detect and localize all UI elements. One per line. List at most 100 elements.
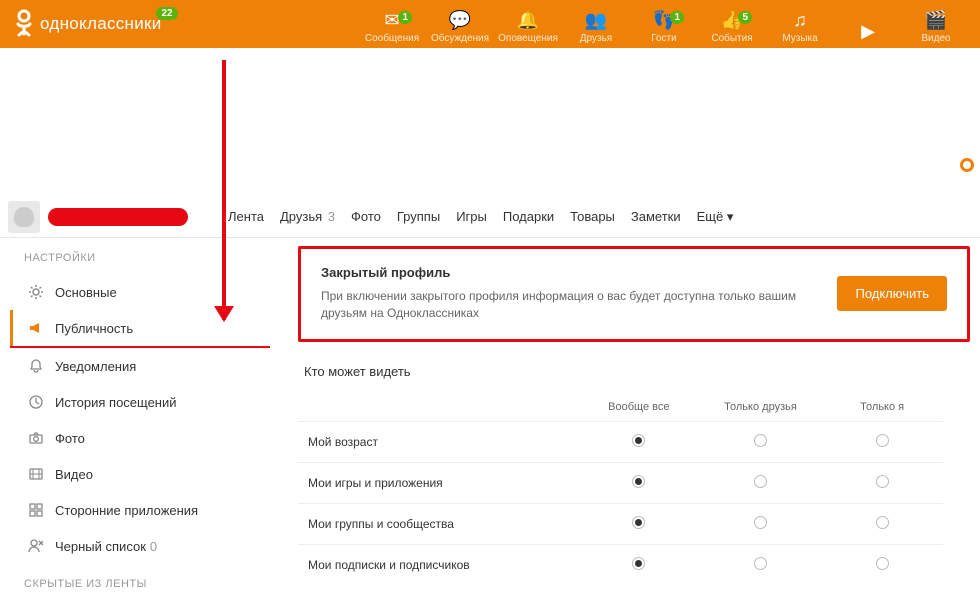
sidebar-item-label: Основные — [55, 285, 117, 300]
visibility-radio[interactable] — [632, 475, 645, 488]
sidebar-item-1[interactable]: Публичность — [10, 310, 278, 346]
closed-profile-title: Закрытый профиль — [321, 265, 837, 280]
sidebar-item-label: Черный список — [55, 539, 146, 554]
section-tab-3[interactable]: Группы — [397, 209, 440, 224]
nav-label: Гости — [651, 33, 676, 44]
visibility-row-label: Мои группы и сообщества — [298, 503, 578, 544]
visibility-radio[interactable] — [754, 516, 767, 529]
section-tab-7[interactable]: Заметки — [631, 209, 681, 224]
main-area: НАСТРОЙКИ Основные Публичность Уведомления… — [0, 238, 980, 600]
visibility-col-1: Только друзья — [700, 393, 822, 422]
visibility-radio[interactable] — [876, 557, 889, 570]
nav-label: Друзья — [580, 33, 612, 44]
username-redacted — [48, 208, 188, 226]
visibility-radio[interactable] — [632, 516, 645, 529]
connect-button[interactable]: Подключить — [837, 276, 947, 311]
nav-label: Оповещения — [498, 33, 558, 44]
help-float-icon[interactable] — [960, 158, 974, 172]
clock-icon — [27, 393, 45, 411]
top-header: одноклассники 22 1✉Сообщения 💬 Обсуждения 🔔… — [0, 0, 980, 48]
top-nav: 1✉Сообщения 💬 Обсуждения 🔔 Оповещения 👥 Друзья… — [358, 0, 970, 48]
section-tab-5[interactable]: Подарки — [503, 209, 554, 224]
tab-count: 3 — [324, 209, 335, 224]
sidebar-item-label: Уведомления — [55, 359, 136, 374]
sidebar-item-label: Фото — [55, 431, 85, 446]
visibility-radio[interactable] — [876, 516, 889, 529]
top-nav-item-8[interactable]: 🎬Видео — [902, 9, 970, 48]
nav-label: Обсуждения — [431, 33, 489, 44]
avatar[interactable] — [8, 201, 40, 233]
megaphone-icon — [27, 319, 45, 337]
top-nav-item-6[interactable]: ♫Музыка — [766, 9, 834, 48]
visibility-row-label: Мои игры и приложения — [298, 462, 578, 503]
nav-icon: ▶ — [861, 20, 875, 42]
section-tab-2[interactable]: Фото — [351, 209, 381, 224]
site-name: одноклассники — [40, 14, 162, 34]
visibility-row: Мои игры и приложения — [298, 462, 943, 503]
profile-strip: Лента Друзья 3 Фото Группы Игры Подарки Товары… — [0, 196, 980, 238]
top-nav-item-7[interactable]: ▶ — [834, 20, 902, 48]
sidebar-item-label: Публичность — [55, 321, 133, 336]
nav-label: События — [711, 33, 752, 44]
visibility-radio[interactable] — [632, 557, 645, 570]
top-nav-item-1[interactable]: 💬 Обсуждения — [426, 9, 494, 48]
sidebar-item-0[interactable]: Основные — [10, 274, 278, 310]
visibility-col-0: Вообще все — [578, 393, 700, 422]
nav-icon: 🎬 — [925, 9, 947, 31]
nav-icon: 💬 — [449, 9, 471, 31]
visibility-row-label: Мои подписки и подписчиков — [298, 544, 578, 585]
nav-icon: 👥 — [585, 9, 607, 31]
visibility-table-title: Кто может видеть — [304, 364, 980, 379]
section-tab-8[interactable]: Ещё ▾ — [697, 209, 734, 225]
sidebar-item-7[interactable]: Черный список0 — [10, 528, 278, 564]
nav-icon: 🔔 — [517, 9, 539, 31]
film-icon — [27, 465, 45, 483]
logo-notification-badge: 22 — [156, 7, 177, 20]
visibility-row: Мои подписки и подписчиков — [298, 544, 943, 585]
⚙-icon — [27, 283, 45, 301]
section-tab-4[interactable]: Игры — [456, 209, 487, 224]
visibility-radio[interactable] — [632, 434, 645, 447]
sidebar-item-label: Сторонние приложения — [55, 503, 198, 518]
top-nav-item-3[interactable]: 👥 Друзья — [562, 9, 630, 48]
visibility-table: Вообще всеТолько друзьяТолько я Мой возра… — [298, 393, 943, 585]
content-area: Закрытый профиль При включении закрытого… — [278, 238, 980, 600]
site-logo[interactable]: одноклассники 22 — [0, 9, 176, 40]
visibility-radio[interactable] — [876, 475, 889, 488]
section-tab-1[interactable]: Друзья 3 — [280, 209, 335, 224]
sidebar-title: НАСТРОЙКИ — [10, 238, 278, 274]
apps-icon — [27, 501, 45, 519]
nav-icon: ✉ — [384, 9, 399, 31]
top-nav-item-0[interactable]: 1✉Сообщения — [358, 9, 426, 48]
sidebar-item-6[interactable]: Сторонние приложения — [10, 492, 278, 528]
sidebar-item-3[interactable]: История посещений — [10, 384, 278, 420]
annotation-arrow — [222, 60, 226, 320]
visibility-radio[interactable] — [754, 434, 767, 447]
nav-label: Музыка — [782, 33, 817, 44]
nav-badge: 5 — [738, 11, 752, 24]
sidebar-secondary-title: СКРЫТЫЕ ИЗ ЛЕНТЫ — [10, 564, 278, 600]
visibility-row-label: Мой возраст — [298, 421, 578, 462]
visibility-radio[interactable] — [754, 475, 767, 488]
top-nav-item-4[interactable]: 1👣Гости — [630, 9, 698, 48]
visibility-row: Мои группы и сообщества — [298, 503, 943, 544]
top-nav-item-5[interactable]: 5👍События — [698, 9, 766, 48]
sidebar-item-4[interactable]: Фото — [10, 420, 278, 456]
section-tab-6[interactable]: Товары — [570, 209, 615, 224]
visibility-radio[interactable] — [876, 434, 889, 447]
sidebar-item-2[interactable]: Уведомления — [10, 348, 278, 384]
🔔-icon — [27, 357, 45, 375]
sidebar-item-label: История посещений — [55, 395, 177, 410]
visibility-radio[interactable] — [754, 557, 767, 570]
profile-section-tabs: Лента Друзья 3 Фото Группы Игры Подарки Товары… — [228, 209, 733, 225]
closed-profile-panel: Закрытый профиль При включении закрытого… — [298, 246, 970, 342]
top-nav-item-2[interactable]: 🔔 Оповещения — [494, 9, 562, 48]
ad-gap-area — [0, 48, 980, 196]
visibility-col-2: Только я — [821, 393, 943, 422]
closed-profile-description: При включении закрытого профиля информац… — [321, 288, 837, 323]
sidebar-item-5[interactable]: Видео — [10, 456, 278, 492]
camera-icon — [27, 429, 45, 447]
nav-badge: 1 — [670, 11, 684, 24]
section-tab-0[interactable]: Лента — [228, 209, 264, 224]
settings-sidebar: НАСТРОЙКИ Основные Публичность Уведомления… — [10, 238, 278, 600]
